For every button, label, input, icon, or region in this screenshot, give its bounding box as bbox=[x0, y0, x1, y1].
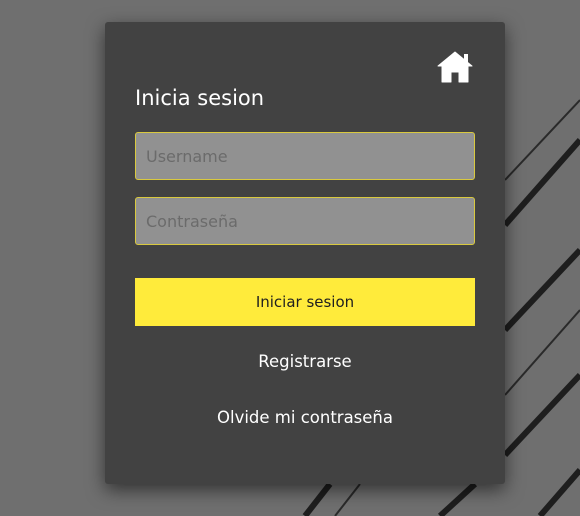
register-link[interactable]: Registrarse bbox=[105, 352, 505, 371]
home-icon[interactable] bbox=[436, 50, 474, 84]
username-input[interactable] bbox=[135, 132, 475, 180]
login-title: Inicia sesion bbox=[135, 86, 265, 110]
forgot-password-link[interactable]: Olvide mi contraseña bbox=[105, 408, 505, 427]
password-input[interactable] bbox=[135, 197, 475, 245]
login-button[interactable]: Iniciar sesion bbox=[135, 278, 475, 326]
login-card: Inicia sesion Iniciar sesion Registrarse… bbox=[105, 22, 505, 484]
